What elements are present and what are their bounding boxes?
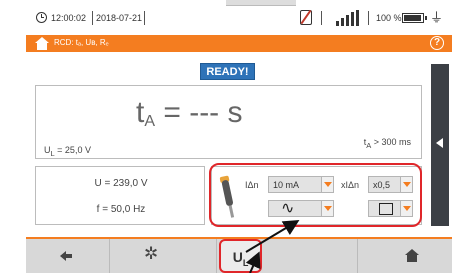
help-icon[interactable]: ? (430, 36, 444, 50)
ul-button-main: U (232, 249, 243, 265)
waveform-dropdown[interactable]: ∿ (268, 200, 334, 217)
clock-icon (36, 12, 47, 23)
ta-limit: tA > 300 ms (364, 137, 411, 150)
ul-button[interactable]: UL (219, 239, 262, 273)
plug-icon: ⏚ (430, 10, 444, 25)
back-button[interactable] (26, 239, 110, 273)
status-time: 12:00:02 (51, 13, 87, 23)
home-icon (405, 249, 419, 262)
divider (321, 11, 322, 25)
chevron-down-icon (321, 177, 333, 192)
multiplier-value: x0,5 (373, 180, 391, 190)
page-title: RCD: tₐ, Uʙ, Rₑ (54, 38, 109, 47)
divider (144, 11, 145, 25)
tools-button[interactable]: ✲ (110, 239, 217, 273)
result-reading: = --- s (155, 96, 243, 129)
battery-icon (402, 13, 427, 23)
tools-icon: ✲ (144, 244, 159, 263)
home-button[interactable] (358, 239, 452, 273)
measurement-panel: U = 239,0 V f = 50,0 Hz (35, 166, 205, 225)
no-sim-icon (300, 10, 312, 25)
voltage-reading: U = 239,0 V (94, 178, 148, 189)
multiplier-label: xIΔn (341, 180, 360, 190)
divider (368, 11, 369, 25)
chevron-down-icon (400, 201, 412, 216)
limit-value: > 300 ms (371, 137, 411, 147)
status-badge: READY! (200, 63, 255, 80)
idn-label: IΔn (245, 180, 259, 190)
idn-dropdown[interactable]: 10 mA (268, 176, 334, 193)
settings-highlight (209, 163, 422, 227)
bottom-nav: ✲ UL (26, 237, 452, 273)
home-icon[interactable] (35, 37, 49, 50)
result-panel: tA = --- s UL = 25,0 V tA > 300 ms (35, 85, 422, 159)
square-icon (379, 203, 393, 215)
multiplier-dropdown[interactable]: x0,5 (368, 176, 413, 193)
signal-icon (336, 10, 360, 26)
frequency-reading: f = 50,0 Hz (96, 204, 146, 215)
back-arrow-icon (60, 251, 72, 261)
side-panel-toggle[interactable] (431, 64, 449, 226)
result-value: tA = --- s (136, 96, 296, 131)
ul-button-sub: L (242, 257, 249, 268)
title-bar: RCD: tₐ, Uʙ, Rₑ ? (26, 35, 452, 52)
start-mode-dropdown[interactable] (368, 200, 413, 217)
ul-reading: = 25,0 V (54, 145, 91, 155)
top-pull-tab[interactable] (226, 0, 296, 6)
divider (92, 11, 93, 25)
nav-spacer (262, 239, 358, 273)
ul-button-label: UL (221, 249, 260, 268)
chevron-down-icon (321, 201, 333, 216)
idn-value: 10 mA (273, 180, 300, 190)
ul-value: UL = 25,0 V (44, 145, 91, 158)
status-bar: 12:00:02 2018-07-21 100 % ⏚ (0, 8, 461, 28)
chevron-down-icon (400, 177, 412, 192)
status-date: 2018-07-21 (96, 13, 143, 23)
result-symbol-sub: A (144, 113, 156, 130)
battery-percent: 100 % (376, 13, 402, 23)
sine-wave-icon: ∿ (281, 200, 295, 217)
